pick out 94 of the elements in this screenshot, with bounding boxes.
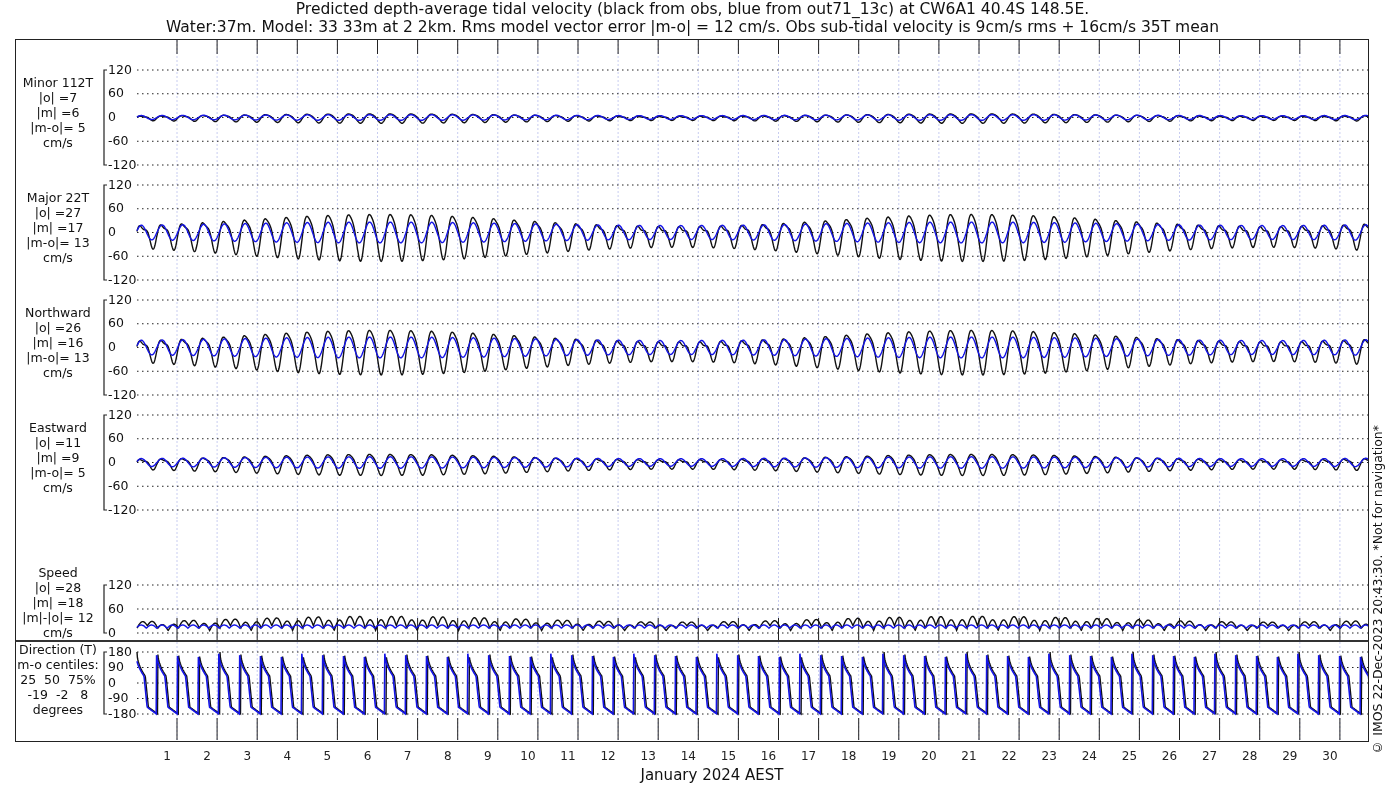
axis-tick-label: 0	[107, 674, 116, 690]
axis-tick-label: 0	[107, 624, 116, 640]
panel-label: -19 -2 8	[27, 687, 89, 702]
day-label: 24	[1081, 749, 1097, 763]
day-label: 17	[800, 749, 817, 763]
day-label: 26	[1161, 749, 1178, 763]
panel-label: m-o centiles:	[17, 657, 99, 672]
axis-tick-label: 120	[107, 176, 132, 192]
day-label: 27	[1201, 749, 1218, 763]
axis-tick-label: 180	[107, 643, 132, 659]
panel-label: Eastward	[29, 420, 87, 435]
panel-label: cm/s	[43, 250, 73, 265]
day-label: 16	[760, 749, 777, 763]
y-axis	[103, 651, 108, 715]
panel-label: |o| =11	[34, 435, 82, 450]
day-label: 9	[484, 749, 492, 763]
axis-tick-label: 0	[107, 224, 116, 239]
panel-label: |m| =16	[32, 335, 84, 350]
day-label: 10	[520, 749, 536, 763]
panel-label: |o| =28	[34, 580, 82, 595]
axis-tick-label: 0	[107, 339, 116, 354]
day-label: 22	[1001, 749, 1017, 763]
axis-tick-label: 60	[107, 315, 124, 331]
day-label: 4	[283, 749, 292, 763]
day-label: 12	[600, 749, 616, 763]
day-label: 30	[1322, 749, 1338, 763]
axis-tick-label: 60	[107, 600, 124, 616]
axis-tick-label: -120	[107, 386, 137, 402]
panel-label: |o| =26	[34, 320, 82, 335]
day-label: 14	[680, 749, 696, 763]
axis-tick-label: -120	[107, 156, 137, 172]
day-label: 11	[560, 749, 576, 763]
day-label: 29	[1282, 749, 1298, 763]
axis-tick-label: 60	[107, 85, 124, 101]
panel-label: |m-o|= 5	[30, 465, 86, 480]
axis-tick-label: -120	[107, 271, 137, 287]
axis-tick-label: -60	[107, 247, 129, 263]
credit-text: © IMOS 22-Dec-2023 20:43:30. *Not for navigation*	[1370, 425, 1385, 755]
axis-tick-label: 120	[107, 406, 132, 422]
axis-tick-label: 90	[107, 659, 124, 674]
day-label: 19	[881, 749, 897, 763]
axis-tick-label: 120	[107, 576, 132, 592]
panel-label: cm/s	[43, 480, 73, 495]
panel-label: cm/s	[43, 365, 73, 380]
panel-label: |m| =9	[36, 450, 80, 465]
day-label: 15	[720, 749, 737, 763]
panel-label: |o| =7	[38, 90, 78, 105]
day-label: 2	[203, 749, 211, 763]
panel-label: Minor 112T	[22, 75, 94, 90]
panel-label: Direction (T)	[19, 642, 97, 657]
day-label: 23	[1041, 749, 1057, 763]
axis-tick-label: -60	[107, 362, 129, 378]
day-label: 21	[961, 749, 977, 763]
axis-tick-label: -120	[107, 501, 137, 517]
day-label: 5	[323, 749, 332, 763]
panel-label: Major 22T	[26, 190, 90, 205]
chart-title: Predicted depth-average tidal velocity (black from obs, blue from out71_13c) at CW6A1 40.4S 148.5E.	[295, 0, 1090, 18]
panel-label: cm/s	[43, 135, 73, 150]
panel-label: |m-o|= 13	[26, 235, 90, 250]
panel-label: |m-o|= 5	[30, 120, 86, 135]
day-label: 28	[1242, 749, 1258, 763]
day-label: 18	[841, 749, 857, 763]
day-label: 8	[443, 749, 452, 763]
chart-title: Water:37m. Model: 33 33m at 2 2km. Rms model vector error |m-o| = 12 cm/s. Obs sub-tidal velocity is 9cm/s rms + 16cm/s 35T mean	[166, 18, 1219, 36]
axis-tick-label: 60	[107, 200, 124, 216]
axis-tick-label: 0	[107, 454, 116, 469]
axis-tick-label: -90	[107, 690, 129, 705]
axis-tick-label: -60	[107, 477, 129, 493]
axis-tick-label: -180	[107, 705, 137, 721]
y-axis	[103, 584, 108, 634]
day-label: 7	[403, 749, 412, 763]
panel-label: |o| =27	[34, 205, 82, 220]
panel-label: |m| =18	[32, 595, 84, 610]
panel-label: cm/s	[43, 625, 73, 640]
axis-tick-label: 0	[107, 109, 116, 124]
axis-tick-label: 60	[107, 430, 124, 446]
panel-label: degrees	[32, 702, 84, 717]
panel-label: |m|-|o|= 12	[22, 610, 94, 625]
x-axis-label: January 2024 AEST	[640, 766, 784, 784]
panel-label: |m-o|= 13	[26, 350, 90, 365]
day-label: 1	[163, 749, 171, 763]
panel-label: |m| =6	[36, 105, 80, 120]
day-label: 13	[640, 749, 656, 763]
day-label: 6	[363, 749, 372, 763]
axis-tick-label: 120	[107, 291, 132, 307]
day-label: 20	[921, 749, 937, 763]
axis-tick-label: 120	[107, 61, 132, 77]
panel-label: Speed	[38, 565, 78, 580]
day-label: 3	[243, 749, 251, 763]
panel-label: |m| =17	[32, 220, 84, 235]
panel-label: 25 50 75%	[20, 672, 96, 687]
day-label: 25	[1121, 749, 1138, 763]
panel-label: Northward	[25, 305, 91, 320]
axis-tick-label: -60	[107, 132, 129, 148]
